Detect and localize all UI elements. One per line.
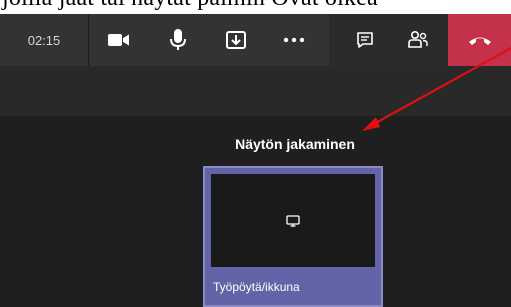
hang-up-icon xyxy=(468,37,491,45)
more-options-button[interactable] xyxy=(272,14,316,66)
participants-button[interactable] xyxy=(396,14,440,66)
participants-icon xyxy=(408,30,428,48)
share-tray-title: Näytön jakaminen xyxy=(235,136,355,152)
share-option-label: Työpöytä/ikkuna xyxy=(213,280,300,294)
hang-up-button[interactable] xyxy=(448,14,511,66)
toolbar-lower-band xyxy=(0,66,511,116)
more-options-icon xyxy=(283,37,305,43)
camera-button[interactable] xyxy=(97,14,141,66)
caption-text: joilla jaat tai näytät palmin Ovat oikea xyxy=(2,0,378,12)
microphone-icon xyxy=(170,29,186,50)
share-tray-icon xyxy=(226,31,246,49)
call-timer: 02:15 xyxy=(27,32,61,48)
chat-button[interactable] xyxy=(343,14,387,66)
video-camera-icon xyxy=(108,34,129,46)
share-option-preview xyxy=(211,174,375,267)
timer-area: 02:15 xyxy=(0,14,88,66)
monitor-icon xyxy=(286,214,300,227)
chat-icon xyxy=(357,32,373,48)
share-button[interactable] xyxy=(214,14,258,66)
share-option-desktop-window[interactable]: Työpöytä/ikkuna xyxy=(203,166,383,307)
microphone-button[interactable] xyxy=(156,14,200,66)
call-toolbar: 02:15 xyxy=(0,14,511,66)
cropped-caption: joilla jaat tai näytät palmin Ovat oikea xyxy=(0,0,511,14)
